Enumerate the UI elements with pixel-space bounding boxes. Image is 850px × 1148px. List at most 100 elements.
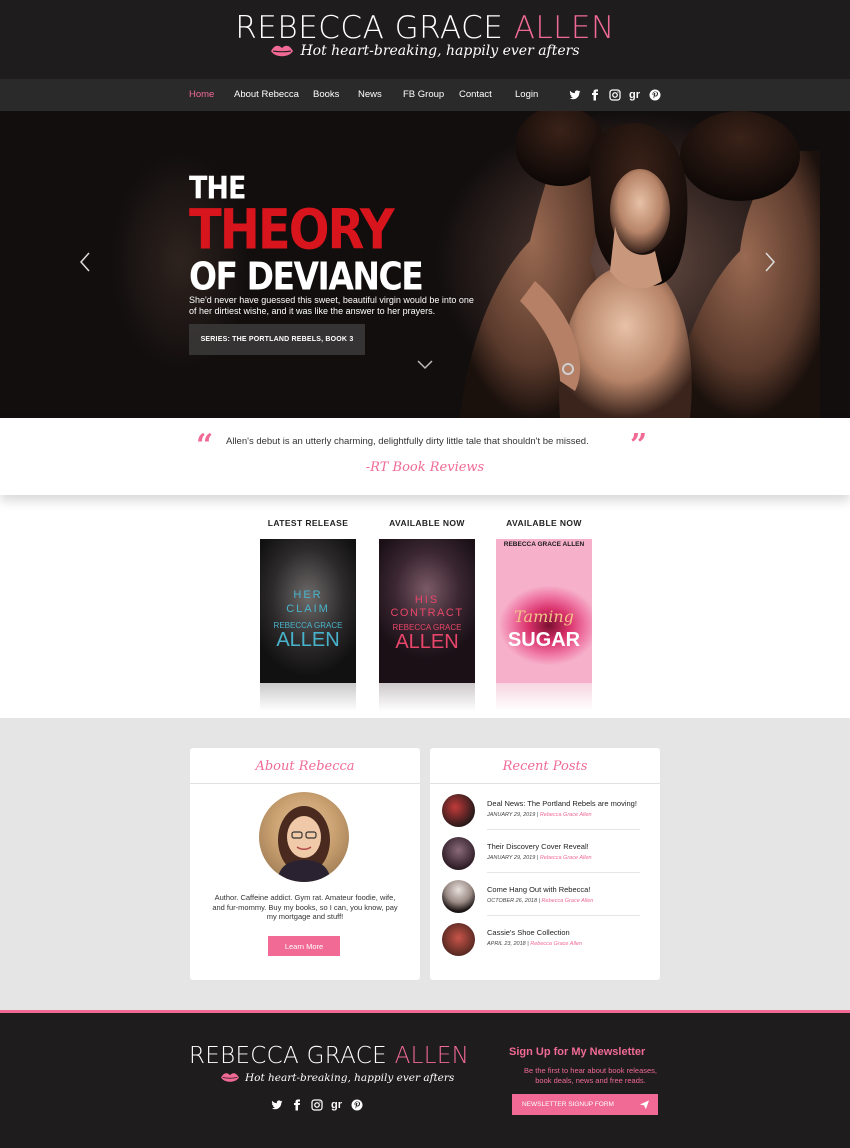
post-title[interactable]: Cassie's Shoe Collection — [487, 928, 570, 937]
review-source: -RT Book Reviews — [365, 460, 485, 475]
post-author[interactable]: Rebecca Grace Allen — [540, 812, 592, 818]
post-author[interactable]: Rebecca Grace Allen — [540, 855, 592, 861]
twitter-icon[interactable] — [270, 1098, 283, 1111]
goodreads-icon[interactable]: gr — [628, 88, 641, 101]
post-thumbnail — [442, 923, 475, 956]
book-title-a: Taming — [514, 607, 574, 626]
lips-icon — [221, 1073, 239, 1082]
scroll-down-chevron-icon[interactable] — [416, 358, 434, 370]
book-reflection — [496, 683, 592, 711]
book-author-b: ALLEN — [276, 629, 340, 651]
nav-login[interactable]: Login — [515, 89, 538, 100]
author-avatar — [259, 792, 349, 882]
book-title-a: HER — [293, 589, 323, 601]
goodreads-icon[interactable]: gr — [330, 1098, 343, 1111]
tagline: Hot heart-breaking, happily ever afters — [300, 43, 580, 59]
nav-about-rebecca[interactable]: About Rebecca — [234, 89, 299, 100]
twitter-icon[interactable] — [568, 88, 581, 101]
close-quote-icon: ” — [630, 428, 648, 463]
post-title[interactable]: Come Hang Out with Rebecca! — [487, 885, 590, 894]
book-author-top: REBECCA GRACE ALLEN — [503, 541, 585, 548]
book-title-a: HIS — [414, 594, 440, 606]
nav-books[interactable]: Books — [313, 89, 339, 100]
book-label: LATEST RELEASE — [267, 518, 349, 528]
book-cover-taming-sugar[interactable]: REBECCA GRACE ALLEN Taming SUGAR — [496, 539, 592, 683]
post-thumbnail — [442, 837, 475, 870]
post-title[interactable]: Deal News: The Portland Rebels are movin… — [487, 799, 637, 808]
site-footer: REBECCA GRACE ALLEN Hot heart-breaking, … — [0, 1010, 850, 1148]
review-quote-text: Allen's debut is an utterly charming, de… — [226, 436, 589, 447]
book-reflection — [379, 683, 475, 711]
newsletter-button-label: NEWSLETTER SIGNUP FORM — [522, 1101, 614, 1108]
nav-contact[interactable]: Contact — [459, 89, 492, 100]
main-nav: Home About Rebecca Books News FB Group C… — [0, 79, 850, 111]
about-text: Author. Caffeine addict. Gym rat. Amateu… — [212, 893, 398, 921]
widgets-section: About Rebecca Author. Caffeine addict. G… — [0, 718, 850, 1010]
book-his-contract: AVAILABLE NOW HIS CONTRACT REBECCA GRACE… — [372, 518, 482, 711]
post-item[interactable]: Cassie's Shoe Collection APRIL 23, 2018 … — [442, 923, 642, 957]
slider-prev-arrow-icon[interactable] — [78, 251, 92, 273]
post-meta: APRIL 23, 2018 | Rebecca Grace Allen — [487, 941, 582, 947]
book-label: AVAILABLE NOW — [389, 518, 465, 528]
brand-name: REBECCA GRACE — [235, 10, 514, 46]
instagram-icon[interactable] — [310, 1098, 323, 1111]
post-date: JANUARY 29, 2019 — [487, 855, 536, 861]
instagram-icon[interactable] — [608, 88, 621, 101]
slider-next-arrow-icon[interactable] — [763, 251, 777, 273]
hero-title-line-3: OF DEVIANCE — [189, 254, 424, 299]
book-taming-sugar: AVAILABLE NOW REBECCA GRACE ALLEN Taming… — [489, 518, 599, 711]
post-date: OCTOBER 26, 2018 — [487, 898, 538, 904]
pinterest-icon[interactable] — [350, 1098, 363, 1111]
post-meta: JANUARY 29, 2019 | Rebecca Grace Allen — [487, 855, 592, 861]
post-date: JANUARY 29, 2019 — [487, 812, 536, 818]
nav-fb-group[interactable]: FB Group — [403, 89, 444, 100]
books-showcase: LATEST RELEASE HER CLAIM REBECCA GRACE A… — [0, 495, 850, 718]
post-divider — [487, 829, 640, 830]
post-author[interactable]: Rebecca Grace Allen — [530, 941, 582, 947]
post-meta: JANUARY 29, 2019 | Rebecca Grace Allen — [487, 812, 592, 818]
post-title[interactable]: Their Discovery Cover Reveal! — [487, 842, 589, 851]
header-social-links: gr — [568, 88, 661, 101]
footer-tagline: Hot heart-breaking, happily ever afters — [245, 1071, 455, 1084]
open-quote-icon: “ — [196, 428, 214, 463]
book-title-b: CLAIM — [286, 603, 330, 615]
book-title-b: CONTRACT — [390, 607, 464, 619]
site-logo[interactable]: REBECCA GRACE ALLEN — [0, 10, 850, 46]
book-her-claim: LATEST RELEASE HER CLAIM REBECCA GRACE A… — [253, 518, 363, 711]
recent-posts-title: Recent Posts — [430, 748, 660, 784]
facebook-icon[interactable] — [290, 1098, 303, 1111]
learn-more-button[interactable]: Learn More — [268, 936, 340, 956]
post-item[interactable]: Deal News: The Portland Rebels are movin… — [442, 794, 642, 828]
newsletter-signup-button[interactable]: NEWSLETTER SIGNUP FORM — [512, 1094, 658, 1115]
nav-home[interactable]: Home — [189, 89, 214, 100]
footer-social-links: gr — [270, 1098, 363, 1111]
brand-name-accent: ALLEN — [513, 10, 615, 46]
tagline-row: Hot heart-breaking, happily ever afters — [0, 43, 850, 59]
post-divider — [487, 915, 640, 916]
book-author-b: ALLEN — [395, 631, 459, 653]
nav-news[interactable]: News — [358, 89, 382, 100]
post-item[interactable]: Their Discovery Cover Reveal! JANUARY 29… — [442, 837, 642, 871]
footer-brand-accent: ALLEN — [394, 1043, 470, 1069]
post-meta: OCTOBER 26, 2018 | Rebecca Grace Allen — [487, 898, 593, 904]
book-cover-his-contract[interactable]: HIS CONTRACT REBECCA GRACE ALLEN — [379, 539, 475, 683]
post-divider — [487, 872, 640, 873]
post-thumbnail — [442, 794, 475, 827]
series-button[interactable]: SERIES: THE PORTLAND REBELS, BOOK 3 — [189, 324, 365, 355]
post-item[interactable]: Come Hang Out with Rebecca! OCTOBER 26, … — [442, 880, 642, 914]
post-author[interactable]: Rebecca Grace Allen — [542, 898, 594, 904]
book-label: AVAILABLE NOW — [506, 518, 582, 528]
recent-posts-card: Recent Posts Deal News: The Portland Reb… — [430, 748, 660, 980]
post-date: APRIL 23, 2018 — [487, 941, 526, 947]
newsletter-title: Sign Up for My Newsletter — [509, 1046, 646, 1058]
post-thumbnail — [442, 880, 475, 913]
about-card-title: About Rebecca — [190, 748, 420, 784]
book-cover-her-claim[interactable]: HER CLAIM REBECCA GRACE ALLEN — [260, 539, 356, 683]
footer-tagline-row: Hot heart-breaking, happily ever afters — [220, 1071, 454, 1084]
footer-logo[interactable]: REBECCA GRACE ALLEN — [189, 1043, 469, 1069]
about-card: About Rebecca Author. Caffeine addict. G… — [190, 748, 420, 980]
send-icon — [639, 1100, 650, 1110]
pinterest-icon[interactable] — [648, 88, 661, 101]
lips-icon — [271, 45, 294, 57]
facebook-icon[interactable] — [588, 88, 601, 101]
